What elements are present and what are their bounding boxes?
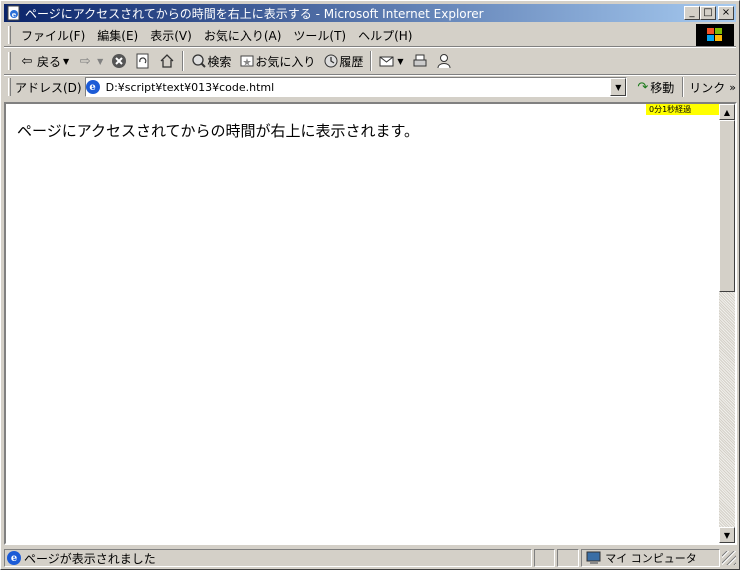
refresh-icon: [136, 53, 149, 69]
close-icon: ×: [721, 7, 731, 18]
go-button[interactable]: ↷ 移動: [637, 79, 674, 96]
menu-bar: ファイル(F) 編集(E) 表示(V) お気に入り(A) ツール(T) ヘルプ(…: [4, 24, 736, 46]
browser-window: e ページにアクセスされてからの時間を右上に表示する - Microsoft I…: [0, 0, 740, 570]
minimize-button[interactable]: _: [684, 6, 700, 20]
menu-edit[interactable]: 編集(E): [91, 27, 144, 44]
windows-logo: [696, 24, 734, 46]
messenger-icon: [437, 54, 451, 69]
status-main: e ページが表示されました: [4, 549, 532, 567]
back-dropdown-icon[interactable]: ▼: [63, 57, 69, 66]
refresh-button[interactable]: [131, 53, 155, 69]
scroll-thumb[interactable]: [719, 120, 735, 292]
messenger-button[interactable]: [432, 53, 456, 69]
home-button[interactable]: [155, 53, 179, 69]
menu-view[interactable]: 表示(V): [144, 27, 198, 44]
address-separator: [682, 77, 685, 97]
status-progress-cell: [533, 549, 556, 567]
arrow-down-icon: ▼: [723, 530, 731, 540]
menu-favorites[interactable]: お気に入り(A): [198, 27, 288, 44]
back-label: 戻る: [37, 54, 62, 69]
search-label: 検索: [207, 54, 232, 69]
print-button[interactable]: [408, 53, 432, 69]
address-dropdown-button[interactable]: ▼: [610, 78, 627, 96]
back-button[interactable]: ⇦ 戻る ▼: [15, 53, 73, 70]
home-icon: [160, 54, 174, 68]
windows-flag-icon: [707, 28, 722, 41]
stop-icon: [112, 54, 127, 68]
arrow-up-icon: ▲: [723, 107, 731, 117]
favorites-label: お気に入り: [255, 54, 316, 69]
address-grip[interactable]: [8, 78, 11, 96]
history-icon: [324, 54, 338, 68]
maximize-button[interactable]: □: [700, 6, 716, 20]
standard-toolbar: ⇦ 戻る ▼ ⇨ ▼ 検索 お気に入り 履歴 ▼: [4, 48, 736, 74]
forward-button[interactable]: ⇨ ▼: [73, 53, 107, 69]
minimize-icon: _: [689, 7, 695, 18]
zone-label: マイ コンピュータ: [605, 552, 697, 565]
ie-page-icon: e: [7, 5, 20, 21]
history-button[interactable]: 履歴: [319, 53, 367, 70]
svg-text:e: e: [12, 10, 17, 19]
mail-dropdown-icon[interactable]: ▼: [397, 57, 403, 66]
mail-icon: [379, 56, 394, 67]
search-button[interactable]: 検索: [187, 53, 235, 70]
title-bar[interactable]: e ページにアクセスされてからの時間を右上に表示する - Microsoft I…: [4, 4, 736, 22]
back-arrow-icon: ⇦: [21, 53, 33, 69]
forward-arrow-icon: ⇨: [79, 53, 91, 69]
menu-file[interactable]: ファイル(F): [15, 27, 91, 44]
my-computer-icon: [586, 551, 601, 564]
chevron-right-icon: »: [729, 80, 736, 94]
toolbar-separator: [370, 51, 373, 71]
page-message: ページにアクセスされてからの時間が右上に表示されます。: [17, 122, 420, 140]
links-button[interactable]: リンク »: [689, 79, 736, 96]
address-url[interactable]: D:¥script¥text¥013¥code.html: [106, 81, 275, 94]
status-zone: マイ コンピュータ: [581, 549, 721, 567]
forward-dropdown-icon[interactable]: ▼: [97, 57, 103, 66]
menu-tools[interactable]: ツール(T): [287, 27, 352, 44]
page-viewport: ページにアクセスされてからの時間が右上に表示されます。 0分1秒経過: [6, 104, 719, 543]
toolbar-grip[interactable]: [8, 52, 11, 70]
ie-page-icon: e: [7, 551, 21, 565]
favorites-button[interactable]: お気に入り: [235, 53, 319, 70]
status-text: ページが表示されました: [24, 551, 156, 566]
menu-grip[interactable]: [8, 26, 11, 44]
window-title: ページにアクセスされてからの時間を右上に表示する - Microsoft Int…: [25, 6, 484, 21]
address-input[interactable]: e D:¥script¥text¥013¥code.html ▼: [84, 77, 628, 97]
elapsed-timer: 0分1秒経過: [646, 104, 719, 115]
toolbar-separator: [182, 51, 185, 71]
links-label: リンク: [689, 80, 726, 95]
history-label: 履歴: [339, 54, 364, 69]
ie-page-icon: e: [85, 80, 100, 94]
address-bar: アドレス(D) e D:¥script¥text¥013¥code.html ▼…: [4, 76, 736, 98]
go-label: 移動: [650, 80, 675, 95]
close-button[interactable]: ×: [718, 6, 734, 20]
vertical-scrollbar[interactable]: ▲ ▼: [719, 104, 735, 543]
mail-button[interactable]: ▼: [375, 53, 407, 69]
content-area: ページにアクセスされてからの時間が右上に表示されます。 0分1秒経過 ▲ ▼: [4, 102, 737, 545]
menu-help[interactable]: ヘルプ(H): [352, 27, 418, 44]
chevron-down-icon: ▼: [615, 82, 622, 92]
address-label: アドレス(D): [14, 80, 82, 95]
scroll-up-button[interactable]: ▲: [719, 104, 735, 120]
scroll-down-button[interactable]: ▼: [719, 527, 735, 543]
resize-grip[interactable]: [722, 551, 736, 565]
status-security-cell: [557, 549, 580, 567]
favorites-icon: [240, 55, 254, 67]
stop-button[interactable]: [107, 53, 131, 69]
go-arrow-icon: ↷: [637, 79, 649, 95]
print-icon: [413, 54, 427, 67]
status-bar: e ページが表示されました マイ コンピュータ: [4, 548, 736, 568]
search-icon: [192, 54, 207, 68]
maximize-icon: □: [703, 7, 713, 18]
